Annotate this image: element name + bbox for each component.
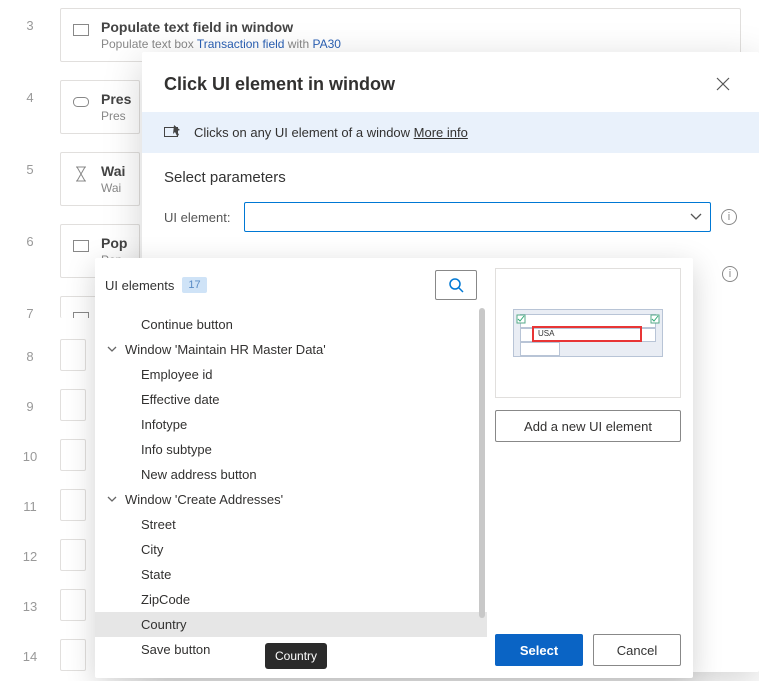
search-icon bbox=[448, 277, 464, 293]
tree-leaf[interactable]: Info subtype bbox=[95, 437, 487, 462]
ui-element-combo[interactable] bbox=[244, 202, 711, 232]
step-number: 3 bbox=[0, 8, 60, 33]
dialog-header: Click UI element in window bbox=[142, 52, 759, 112]
preview-column: USA Add a new UI element Select Cancel bbox=[487, 258, 693, 678]
wait-icon bbox=[73, 166, 89, 182]
tree-leaf[interactable]: Street bbox=[95, 512, 487, 537]
tree-item-label: Window 'Maintain HR Master Data' bbox=[125, 342, 326, 357]
tree-leaf[interactable]: Continue button bbox=[95, 312, 487, 337]
chevron-down-icon bbox=[105, 346, 119, 354]
cancel-button[interactable]: Cancel bbox=[593, 634, 681, 666]
step-number: 6 bbox=[0, 224, 60, 249]
elements-label: UI elements bbox=[105, 278, 174, 293]
add-ui-element-button[interactable]: Add a new UI element bbox=[495, 410, 681, 442]
tree-leaf[interactable]: Employee id bbox=[95, 362, 487, 387]
tree-item-label: State bbox=[141, 567, 171, 582]
button-icon bbox=[73, 94, 89, 110]
tree-header: UI elements 17 bbox=[95, 258, 487, 308]
tree-item-label: Effective date bbox=[141, 392, 220, 407]
tree-item-label: Infotype bbox=[141, 417, 187, 432]
tree-item-label: City bbox=[141, 542, 163, 557]
param-label: UI element: bbox=[164, 210, 234, 225]
step-number: 7 bbox=[0, 296, 60, 321]
chevron-down-icon bbox=[690, 213, 702, 221]
step-text: Wai Wai bbox=[101, 163, 125, 195]
step-subtitle: Populate text box Transaction field with… bbox=[101, 37, 341, 51]
tree-column: UI elements 17 Continue button Window 'Ma… bbox=[95, 258, 487, 678]
scrollbar-thumb[interactable] bbox=[479, 308, 485, 618]
param-row: UI element: i bbox=[142, 196, 759, 244]
textbox-icon bbox=[73, 22, 89, 38]
ui-elements-panel: UI elements 17 Continue button Window 'Ma… bbox=[95, 258, 693, 678]
tree-list[interactable]: Continue button Window 'Maintain HR Maste… bbox=[95, 308, 487, 678]
info-icon[interactable]: i bbox=[722, 266, 738, 282]
info-text: Clicks on any UI element of a window Mor… bbox=[194, 125, 468, 140]
tree-leaf[interactable]: State bbox=[95, 562, 487, 587]
more-info-link[interactable]: More info bbox=[414, 125, 468, 140]
step-card[interactable]: Pres Pres bbox=[60, 80, 140, 134]
tree-item-label: ZipCode bbox=[141, 592, 190, 607]
step-card[interactable]: Wai Wai bbox=[60, 152, 140, 206]
step-number: 13 bbox=[0, 589, 60, 614]
tree-item-label: Street bbox=[141, 517, 176, 532]
close-button[interactable] bbox=[709, 70, 737, 98]
step-number: 5 bbox=[0, 152, 60, 177]
tree-leaf[interactable]: City bbox=[95, 537, 487, 562]
click-icon bbox=[164, 124, 182, 141]
step-number: 9 bbox=[0, 389, 60, 414]
tooltip: Country bbox=[265, 643, 327, 669]
tree-item-label: Employee id bbox=[141, 367, 213, 382]
tree-node[interactable]: Window 'Create Addresses' bbox=[95, 487, 487, 512]
tree-item-label: Save button bbox=[141, 642, 210, 657]
step-number: 4 bbox=[0, 80, 60, 105]
tree-item-label: Window 'Create Addresses' bbox=[125, 492, 283, 507]
tree-node[interactable]: Window 'Maintain HR Master Data' bbox=[95, 337, 487, 362]
ui-element-preview-image: USA bbox=[513, 309, 663, 357]
dialog-title: Click UI element in window bbox=[164, 74, 395, 95]
info-icon[interactable]: i bbox=[721, 209, 737, 225]
textbox-icon bbox=[73, 238, 89, 254]
search-button[interactable] bbox=[435, 270, 477, 300]
preview-box: USA bbox=[495, 268, 681, 398]
tree-leaf[interactable]: Country bbox=[95, 612, 487, 637]
select-button[interactable]: Select bbox=[495, 634, 583, 666]
tree-item-label: New address button bbox=[141, 467, 257, 482]
textbox-icon bbox=[73, 310, 89, 318]
tree-item-label: Country bbox=[141, 617, 187, 632]
action-buttons: Select Cancel bbox=[495, 634, 681, 666]
tree-leaf[interactable]: Infotype bbox=[95, 412, 487, 437]
tree-leaf[interactable]: ZipCode bbox=[95, 587, 487, 612]
info-band: Clicks on any UI element of a window Mor… bbox=[142, 112, 759, 153]
step-number: 12 bbox=[0, 539, 60, 564]
step-text: Populate text field in window Populate t… bbox=[101, 19, 341, 51]
step-number: 10 bbox=[0, 439, 60, 464]
tree-item-label: Continue button bbox=[141, 317, 233, 332]
step-number: 11 bbox=[0, 489, 60, 514]
tree-leaf[interactable]: New address button bbox=[95, 462, 487, 487]
tree-item-label: Info subtype bbox=[141, 442, 212, 457]
step-number: 14 bbox=[0, 639, 60, 664]
elements-count-badge: 17 bbox=[182, 277, 206, 293]
step-text: Pres Pres bbox=[101, 91, 131, 123]
step-number: 8 bbox=[0, 339, 60, 364]
step-title: Populate text field in window bbox=[101, 19, 341, 35]
section-title: Select parameters bbox=[142, 153, 759, 196]
tree-leaf[interactable]: Effective date bbox=[95, 387, 487, 412]
chevron-down-icon bbox=[105, 496, 119, 504]
